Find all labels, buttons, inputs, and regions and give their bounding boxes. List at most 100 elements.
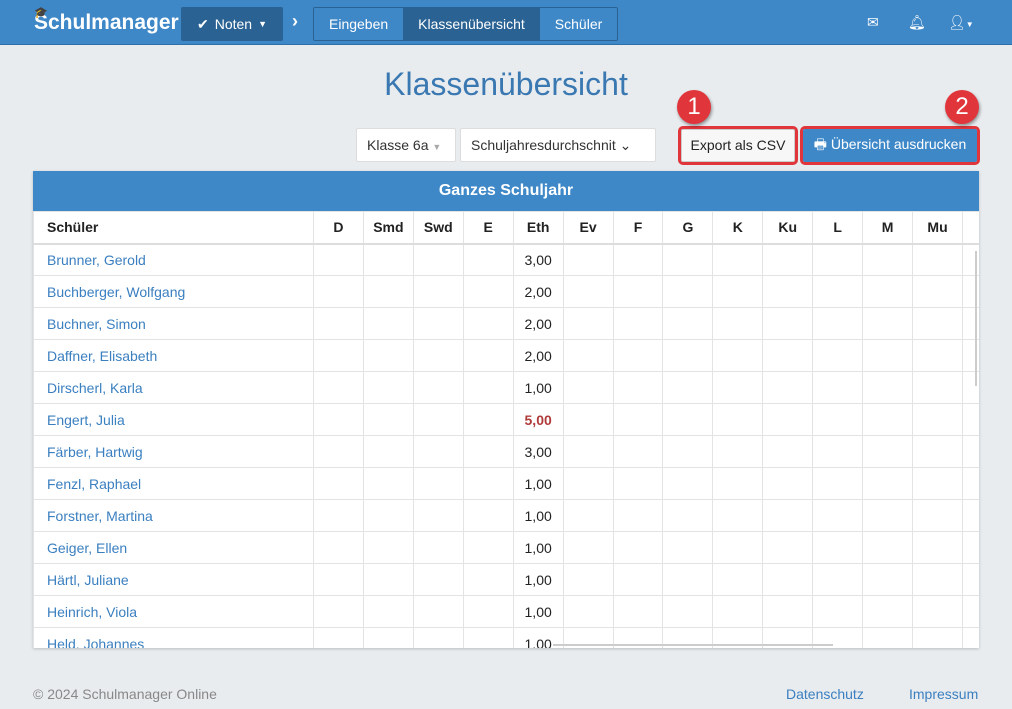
print-overview-button[interactable]: 🖶 Übersicht ausdrucken bbox=[800, 126, 980, 165]
copyright: © 2024 Schulmanager Online bbox=[33, 686, 217, 702]
tab-schueler[interactable]: Schüler bbox=[540, 8, 617, 40]
grades-table-card: Ganzes Schuljahr Schüler D Smd Swd E Eth Ev F G K… bbox=[33, 171, 979, 648]
column-header[interactable]: Mu bbox=[912, 211, 963, 245]
vertical-scrollbar[interactable] bbox=[975, 251, 977, 386]
privacy-link[interactable]: Datenschutz bbox=[786, 686, 864, 702]
grade-cell bbox=[362, 435, 414, 468]
grade-cell bbox=[712, 467, 764, 500]
grade-cell bbox=[662, 499, 714, 532]
grade-cell bbox=[562, 371, 614, 404]
student-link[interactable]: Buchberger, Wolfgang bbox=[33, 275, 314, 308]
grade-cell bbox=[412, 243, 464, 276]
student-link[interactable]: Held, Johannes bbox=[33, 627, 314, 648]
grade-cell bbox=[612, 307, 664, 340]
grade-cell bbox=[612, 467, 664, 500]
grade-cell bbox=[462, 467, 514, 500]
grade-cell bbox=[362, 243, 414, 276]
student-link[interactable]: Brunner, Gerold bbox=[33, 243, 314, 276]
grade-cell bbox=[862, 467, 914, 500]
grade-cell bbox=[412, 531, 464, 564]
grade-cell bbox=[912, 531, 963, 564]
grade-cell bbox=[612, 243, 664, 276]
grade-cell bbox=[412, 275, 464, 308]
navbar: 🎓 Schulmanager ✔ Noten ▼ › Eingeben Klassen… bbox=[0, 0, 1012, 45]
column-header[interactable]: Eth bbox=[512, 211, 564, 245]
column-header[interactable]: G bbox=[662, 211, 714, 245]
grade-cell bbox=[762, 403, 814, 436]
noten-tabs: Eingeben Klassenübersicht Schüler bbox=[313, 7, 619, 41]
column-header[interactable]: Smd bbox=[362, 211, 414, 245]
student-link[interactable]: Buchner, Simon bbox=[33, 307, 314, 340]
column-header[interactable]: Ku bbox=[762, 211, 814, 245]
user-menu-icon[interactable]: 👤︎▼ bbox=[948, 14, 974, 31]
grade-cell bbox=[712, 531, 764, 564]
grade-cell: 5,00 bbox=[512, 403, 564, 436]
class-select[interactable]: Klasse 6a ▼ bbox=[356, 128, 456, 162]
noten-dropdown[interactable]: ✔ Noten ▼ bbox=[181, 7, 283, 41]
caret-down-icon: ▼ bbox=[258, 19, 267, 29]
grade-cell bbox=[812, 467, 864, 500]
grade-cell bbox=[912, 627, 963, 648]
grade-cell: 1,00 bbox=[512, 499, 564, 532]
student-link[interactable]: Geiger, Ellen bbox=[33, 531, 314, 564]
grade-cell bbox=[313, 531, 364, 564]
grade-cell bbox=[562, 531, 614, 564]
grade-cell bbox=[313, 371, 364, 404]
column-header[interactable]: D bbox=[313, 211, 364, 245]
grade-cell bbox=[462, 595, 514, 628]
grade-cell bbox=[662, 467, 714, 500]
student-link[interactable]: Engert, Julia bbox=[33, 403, 314, 436]
grade-cell bbox=[662, 403, 714, 436]
student-link[interactable]: Färber, Hartwig bbox=[33, 435, 314, 468]
grade-cell bbox=[612, 499, 664, 532]
imprint-link[interactable]: Impressum bbox=[909, 686, 978, 702]
student-link[interactable]: Daffner, Elisabeth bbox=[33, 339, 314, 372]
student-link[interactable]: Heinrich, Viola bbox=[33, 595, 314, 628]
grade-cell bbox=[562, 435, 614, 468]
grade-cell bbox=[912, 595, 963, 628]
grade-cell bbox=[462, 307, 514, 340]
student-link[interactable]: Härtl, Juliane bbox=[33, 563, 314, 596]
grade-cell bbox=[862, 275, 914, 308]
column-header[interactable]: L bbox=[812, 211, 864, 245]
grade-cell bbox=[462, 627, 514, 648]
bell-icon[interactable]: 🔔︎ bbox=[908, 14, 926, 31]
column-header[interactable]: E bbox=[462, 211, 514, 245]
grade-cell bbox=[362, 499, 414, 532]
grade-cell bbox=[762, 307, 814, 340]
column-header[interactable]: Nu bbox=[961, 211, 979, 245]
envelope-icon[interactable]: ✉ bbox=[867, 14, 879, 31]
table-row: Daffner, Elisabeth 2,00 bbox=[33, 339, 979, 372]
period-select[interactable]: Schuljahresdurchschnit ⌄ bbox=[460, 128, 656, 162]
column-header[interactable]: F bbox=[612, 211, 664, 245]
grade-cell bbox=[462, 243, 514, 276]
grade-cell bbox=[612, 371, 664, 404]
export-csv-button[interactable]: Export als CSV bbox=[678, 126, 798, 165]
student-link[interactable]: Dirscherl, Karla bbox=[33, 371, 314, 404]
grade-cell bbox=[313, 499, 364, 532]
student-link[interactable]: Fenzl, Raphael bbox=[33, 467, 314, 500]
grade-cell bbox=[462, 275, 514, 308]
column-header[interactable]: M bbox=[862, 211, 914, 245]
column-header[interactable]: Schüler bbox=[33, 211, 314, 245]
column-header[interactable]: K bbox=[712, 211, 764, 245]
horizontal-scrollbar[interactable] bbox=[553, 644, 833, 646]
grade-cell bbox=[562, 403, 614, 436]
chevron-right-icon: › bbox=[292, 11, 298, 31]
grade-cell bbox=[862, 339, 914, 372]
grade-cell bbox=[313, 627, 364, 648]
grade-cell bbox=[313, 563, 364, 596]
column-header[interactable]: Ev bbox=[562, 211, 614, 245]
tab-klassenuebersicht[interactable]: Klassenübersicht bbox=[403, 8, 540, 40]
tab-eingeben[interactable]: Eingeben bbox=[314, 8, 403, 40]
brand-logo[interactable]: 🎓 Schulmanager bbox=[34, 7, 179, 35]
class-select-value: Klasse 6a bbox=[367, 137, 429, 153]
grade-cell bbox=[462, 339, 514, 372]
grade-cell bbox=[762, 595, 814, 628]
student-link[interactable]: Forstner, Martina bbox=[33, 499, 314, 532]
noten-label: Noten bbox=[214, 16, 253, 32]
table-row: Forstner, Martina 1,00 bbox=[33, 499, 979, 532]
grade-cell bbox=[362, 371, 414, 404]
grade-cell bbox=[862, 403, 914, 436]
column-header[interactable]: Swd bbox=[412, 211, 464, 245]
